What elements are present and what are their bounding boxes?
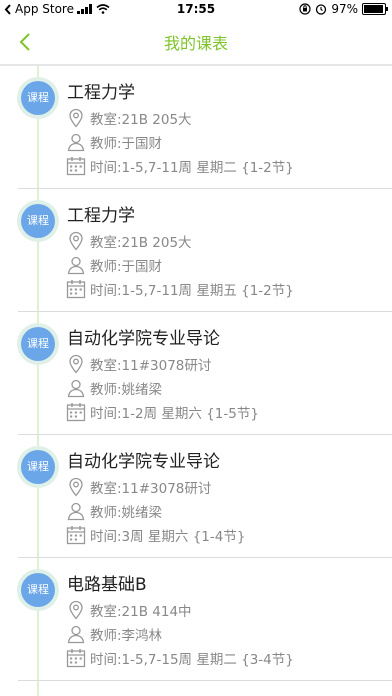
- person-icon: [67, 256, 85, 275]
- calendar-icon: [66, 526, 86, 545]
- course-badge-label: 课程: [21, 450, 55, 484]
- course-teacher-row: 教师:李鸿林: [66, 624, 162, 644]
- course-room: 教室:21B 414中: [90, 604, 192, 620]
- course-badge-label: 课程: [21, 327, 55, 361]
- course-card[interactable]: 课程 自动化学院专业导论 教室:11#3078研讨 教师:姚绪梁: [0, 435, 392, 558]
- location-pin-icon: [69, 600, 83, 620]
- nav-bar: 我的课表: [0, 20, 392, 64]
- course-time: 时间:3周 星期六 {1-4节}: [90, 529, 246, 545]
- course-name: 工程力学: [67, 206, 135, 226]
- battery-percent: 97%: [331, 2, 358, 16]
- course-card[interactable]: 课程 工程力学 教室:21B 205大 教师:于国财 时间:1-5,7-11周 …: [0, 66, 392, 189]
- course-room: 教室:11#3078研讨: [90, 481, 212, 497]
- course-name: 工程力学: [67, 83, 135, 103]
- course-badge: 课程: [17, 569, 59, 611]
- course-teacher-row: 教师:姚绪梁: [66, 501, 162, 521]
- calendar-icon: [66, 649, 86, 668]
- course-time: 时间:1-5,7-11周 星期二 {1-2节}: [90, 160, 294, 176]
- battery-icon: [362, 3, 388, 15]
- course-room-row: 教室:21B 205大: [66, 108, 192, 128]
- course-room-row: 教室:11#3078研讨: [66, 477, 211, 497]
- status-bar: App Store 17:55 97%: [0, 0, 392, 20]
- course-teacher-row: 教师:于国财: [66, 255, 162, 275]
- course-badge: 课程: [17, 446, 59, 488]
- course-badge-label: 课程: [21, 204, 55, 238]
- person-icon: [67, 379, 85, 398]
- location-pin-icon: [69, 231, 83, 251]
- course-card[interactable]: 课程 工程力学 教室:21B 205大 教师:于国财 时间:1-5,7-11周 …: [0, 189, 392, 312]
- calendar-icon: [66, 280, 86, 299]
- page-title: 我的课表: [163, 34, 228, 53]
- course-card[interactable]: 课程 电路基础B 教室:21B 414中 教师:李鸿林 时间:1-5,7-15周…: [0, 558, 392, 681]
- person-icon: [67, 625, 85, 644]
- course-room-row: 教室:11#3078研讨: [66, 354, 211, 374]
- course-time-row: 时间:1-5,7-11周 星期二 {1-2节}: [66, 156, 294, 176]
- course-time: 时间:1-2周 星期六 {1-5节}: [90, 406, 259, 422]
- course-teacher: 教师:姚绪梁: [90, 382, 163, 398]
- course-badge: 课程: [17, 323, 59, 365]
- course-name: 自动化学院专业导论: [67, 329, 220, 349]
- alarm-icon: [316, 4, 327, 15]
- location-pin-icon: [69, 354, 83, 374]
- course-room: 教室:21B 205大: [90, 112, 192, 128]
- location-pin-icon: [69, 108, 83, 128]
- course-room-row: 教室:21B 414中: [66, 600, 192, 620]
- course-time-row: 时间:1-5,7-11周 星期五 {1-2节}: [66, 279, 294, 299]
- course-room: 教室:11#3078研讨: [90, 358, 212, 374]
- course-name: 自动化学院专业导论: [67, 452, 220, 472]
- course-time-row: 时间:3周 星期六 {1-4节}: [66, 525, 245, 545]
- course-list: 课程 工程力学 教室:21B 205大 教师:于国财 时间:1-5,7-11周 …: [0, 66, 392, 681]
- course-room: 教室:21B 205大: [90, 235, 192, 251]
- course-teacher-row: 教师:姚绪梁: [66, 378, 162, 398]
- status-right: 97%: [299, 2, 388, 16]
- course-teacher-row: 教师:于国财: [66, 132, 162, 152]
- course-name: 电路基础B: [67, 575, 147, 595]
- course-room-row: 教室:21B 205大: [66, 231, 192, 251]
- course-badge-label: 课程: [21, 81, 55, 115]
- course-badge: 课程: [17, 200, 59, 242]
- course-time: 时间:1-5,7-11周 星期五 {1-2节}: [90, 283, 294, 299]
- orientation-lock-icon: [299, 3, 311, 15]
- calendar-icon: [66, 157, 86, 176]
- person-icon: [67, 502, 85, 521]
- calendar-icon: [66, 403, 86, 422]
- card-divider: [18, 680, 392, 681]
- location-pin-icon: [69, 477, 83, 497]
- course-teacher: 教师:李鸿林: [90, 628, 163, 644]
- course-time-row: 时间:1-5,7-15周 星期二 {3-4节}: [66, 648, 294, 668]
- course-teacher: 教师:于国财: [90, 136, 163, 152]
- course-teacher: 教师:于国财: [90, 259, 163, 275]
- course-card[interactable]: 课程 自动化学院专业导论 教室:11#3078研讨 教师:姚绪梁: [0, 312, 392, 435]
- course-badge: 课程: [17, 77, 59, 119]
- course-badge-label: 课程: [21, 573, 55, 607]
- course-time-row: 时间:1-2周 星期六 {1-5节}: [66, 402, 259, 422]
- person-icon: [67, 133, 85, 152]
- course-teacher: 教师:姚绪梁: [90, 505, 163, 521]
- course-time: 时间:1-5,7-15周 星期二 {3-4节}: [90, 652, 294, 668]
